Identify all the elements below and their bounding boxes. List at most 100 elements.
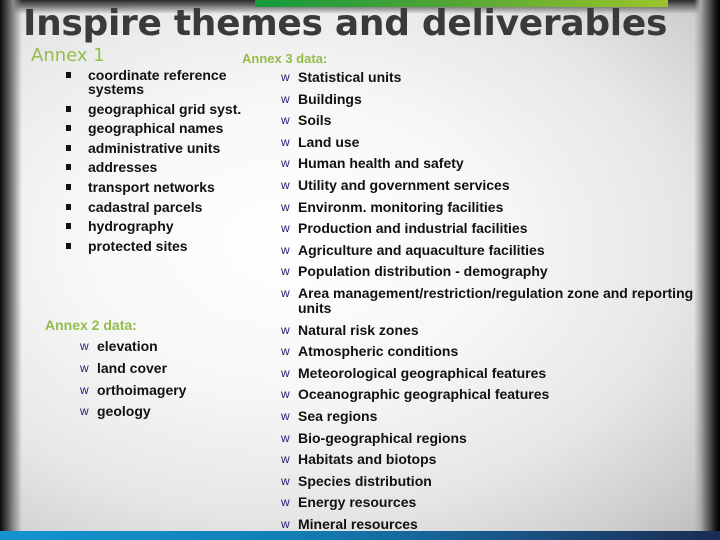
- list-item-label: Energy resources: [298, 494, 417, 511]
- annex1-list: coordinate reference systems geographica…: [66, 68, 256, 258]
- w-bullet-icon: w: [281, 408, 290, 423]
- square-bullet-icon: [66, 164, 71, 171]
- list-item: w Area management/restriction/regulation …: [281, 284, 701, 316]
- list-item: transport networks: [66, 180, 256, 194]
- w-bullet-icon: w: [281, 516, 290, 531]
- annex1-heading: Annex 1: [31, 45, 105, 66]
- w-bullet-icon: w: [80, 339, 89, 353]
- list-item: w Statistical units: [281, 70, 701, 85]
- annex2-heading: Annex 2 data:: [45, 317, 137, 333]
- list-item-label: Statistical units: [298, 69, 402, 85]
- w-bullet-icon: w: [281, 430, 290, 445]
- list-item-label: addresses: [88, 159, 158, 176]
- list-item-label: Agriculture and aquaculture facilities: [298, 241, 545, 258]
- list-item: w Environm. monitoring facilities: [281, 198, 701, 215]
- list-item: w orthoimagery: [80, 381, 250, 398]
- list-item-label: Human health and safety: [298, 155, 464, 172]
- w-bullet-icon: w: [281, 177, 290, 192]
- list-item-label: Meteorological geographical features: [298, 364, 547, 381]
- list-item-label: transport networks: [88, 178, 215, 195]
- w-bullet-icon: w: [281, 113, 290, 128]
- square-bullet-icon: [66, 203, 71, 210]
- list-item: w Sea regions: [281, 407, 701, 424]
- list-item: w Land use: [281, 133, 701, 150]
- w-bullet-icon: w: [281, 91, 290, 106]
- w-bullet-icon: w: [281, 134, 290, 149]
- list-item-label: Population distribution - demography: [298, 263, 548, 280]
- list-item: w Oceanographic geographical features: [281, 387, 701, 402]
- w-bullet-icon: w: [281, 221, 290, 236]
- square-bullet-icon: [66, 223, 71, 230]
- w-bullet-icon: w: [281, 365, 290, 380]
- w-bullet-icon: w: [281, 156, 290, 171]
- list-item: w geology: [80, 404, 250, 419]
- square-bullet-icon: [66, 105, 71, 112]
- square-bullet-icon: [66, 183, 71, 190]
- list-item: w Atmospheric conditions: [281, 344, 701, 359]
- list-item-label: Mineral resources: [298, 515, 418, 532]
- list-item-label: geographical grid syst.: [88, 100, 242, 117]
- list-item: addresses: [66, 160, 256, 174]
- list-item: w Energy resources: [281, 495, 701, 510]
- list-item: w Agriculture and aquaculture facilities: [281, 241, 701, 258]
- list-item-label: Habitats and biotops: [298, 451, 437, 468]
- square-bullet-icon: [66, 72, 71, 78]
- w-bullet-icon: w: [281, 242, 290, 257]
- list-item: cadastral parcels: [66, 200, 256, 214]
- list-item-label: geographical names: [88, 120, 224, 137]
- square-bullet-icon: [66, 125, 71, 132]
- list-item: w Buildings: [281, 90, 701, 107]
- list-item: w Habitats and biotops: [281, 452, 701, 467]
- list-item-label: hydrography: [88, 218, 174, 235]
- slide: Inspire themes and deliverables Annex 1 …: [0, 0, 720, 540]
- w-bullet-icon: w: [281, 495, 290, 510]
- list-item: w Natural risk zones: [281, 321, 701, 338]
- list-item-label: Atmospheric conditions: [298, 343, 459, 360]
- w-bullet-icon: w: [80, 360, 89, 375]
- w-bullet-icon: w: [281, 264, 290, 279]
- list-item-label: coordinate reference systems: [88, 67, 227, 97]
- annex3-heading: Annex 3 data:: [242, 51, 328, 66]
- list-item-label: Area management/restriction/regulation z…: [298, 284, 694, 316]
- list-item-label: Production and industrial facilities: [298, 220, 528, 237]
- list-item-label: elevation: [97, 338, 158, 354]
- list-item: w Population distribution - demography: [281, 264, 701, 279]
- w-bullet-icon: w: [80, 404, 89, 419]
- list-item: w land cover: [80, 359, 250, 376]
- list-item-label: Soils: [298, 112, 332, 129]
- list-item: w Human health and safety: [281, 156, 701, 171]
- list-item: w elevation: [80, 339, 250, 354]
- list-item-label: Environm. monitoring facilities: [298, 198, 504, 215]
- list-item: w Utility and government services: [281, 176, 701, 193]
- list-item: w Soils: [281, 113, 701, 128]
- w-bullet-icon: w: [281, 70, 290, 84]
- annex3-list: w Statistical units w Buildings w Soils w La…: [281, 70, 701, 538]
- list-item: w Bio-geographical regions: [281, 429, 701, 446]
- bottom-accent-bar: [0, 531, 720, 540]
- annex2-list: w elevation w land cover w orthoimagery w ge…: [80, 339, 250, 426]
- list-item: w Production and industrial facilities: [281, 221, 701, 236]
- list-item-label: Species distribution: [298, 472, 432, 489]
- list-item-label: Land use: [298, 133, 360, 150]
- list-item: w Species distribution: [281, 472, 701, 489]
- list-item-label: Bio-geographical regions: [298, 429, 467, 446]
- list-item-label: orthoimagery: [97, 381, 187, 398]
- list-item: hydrography: [66, 219, 256, 233]
- list-item-label: Sea regions: [298, 407, 378, 424]
- list-item-label: geology: [97, 403, 151, 420]
- list-item-label: Buildings: [298, 90, 362, 107]
- slide-title: Inspire themes and deliverables: [23, 3, 668, 44]
- list-item-label: Utility and government services: [298, 176, 510, 193]
- w-bullet-icon: w: [281, 199, 290, 214]
- frame-shadow-left: [0, 0, 22, 540]
- list-item: geographical names: [66, 121, 256, 135]
- w-bullet-icon: w: [281, 344, 290, 359]
- square-bullet-icon: [66, 144, 71, 151]
- list-item: protected sites: [66, 239, 256, 253]
- w-bullet-icon: w: [281, 473, 290, 488]
- w-bullet-icon: w: [281, 285, 290, 300]
- list-item: w Mineral resources: [281, 515, 701, 532]
- list-item-label: land cover: [97, 359, 168, 376]
- square-bullet-icon: [66, 242, 71, 249]
- list-item-label: Natural risk zones: [298, 321, 419, 338]
